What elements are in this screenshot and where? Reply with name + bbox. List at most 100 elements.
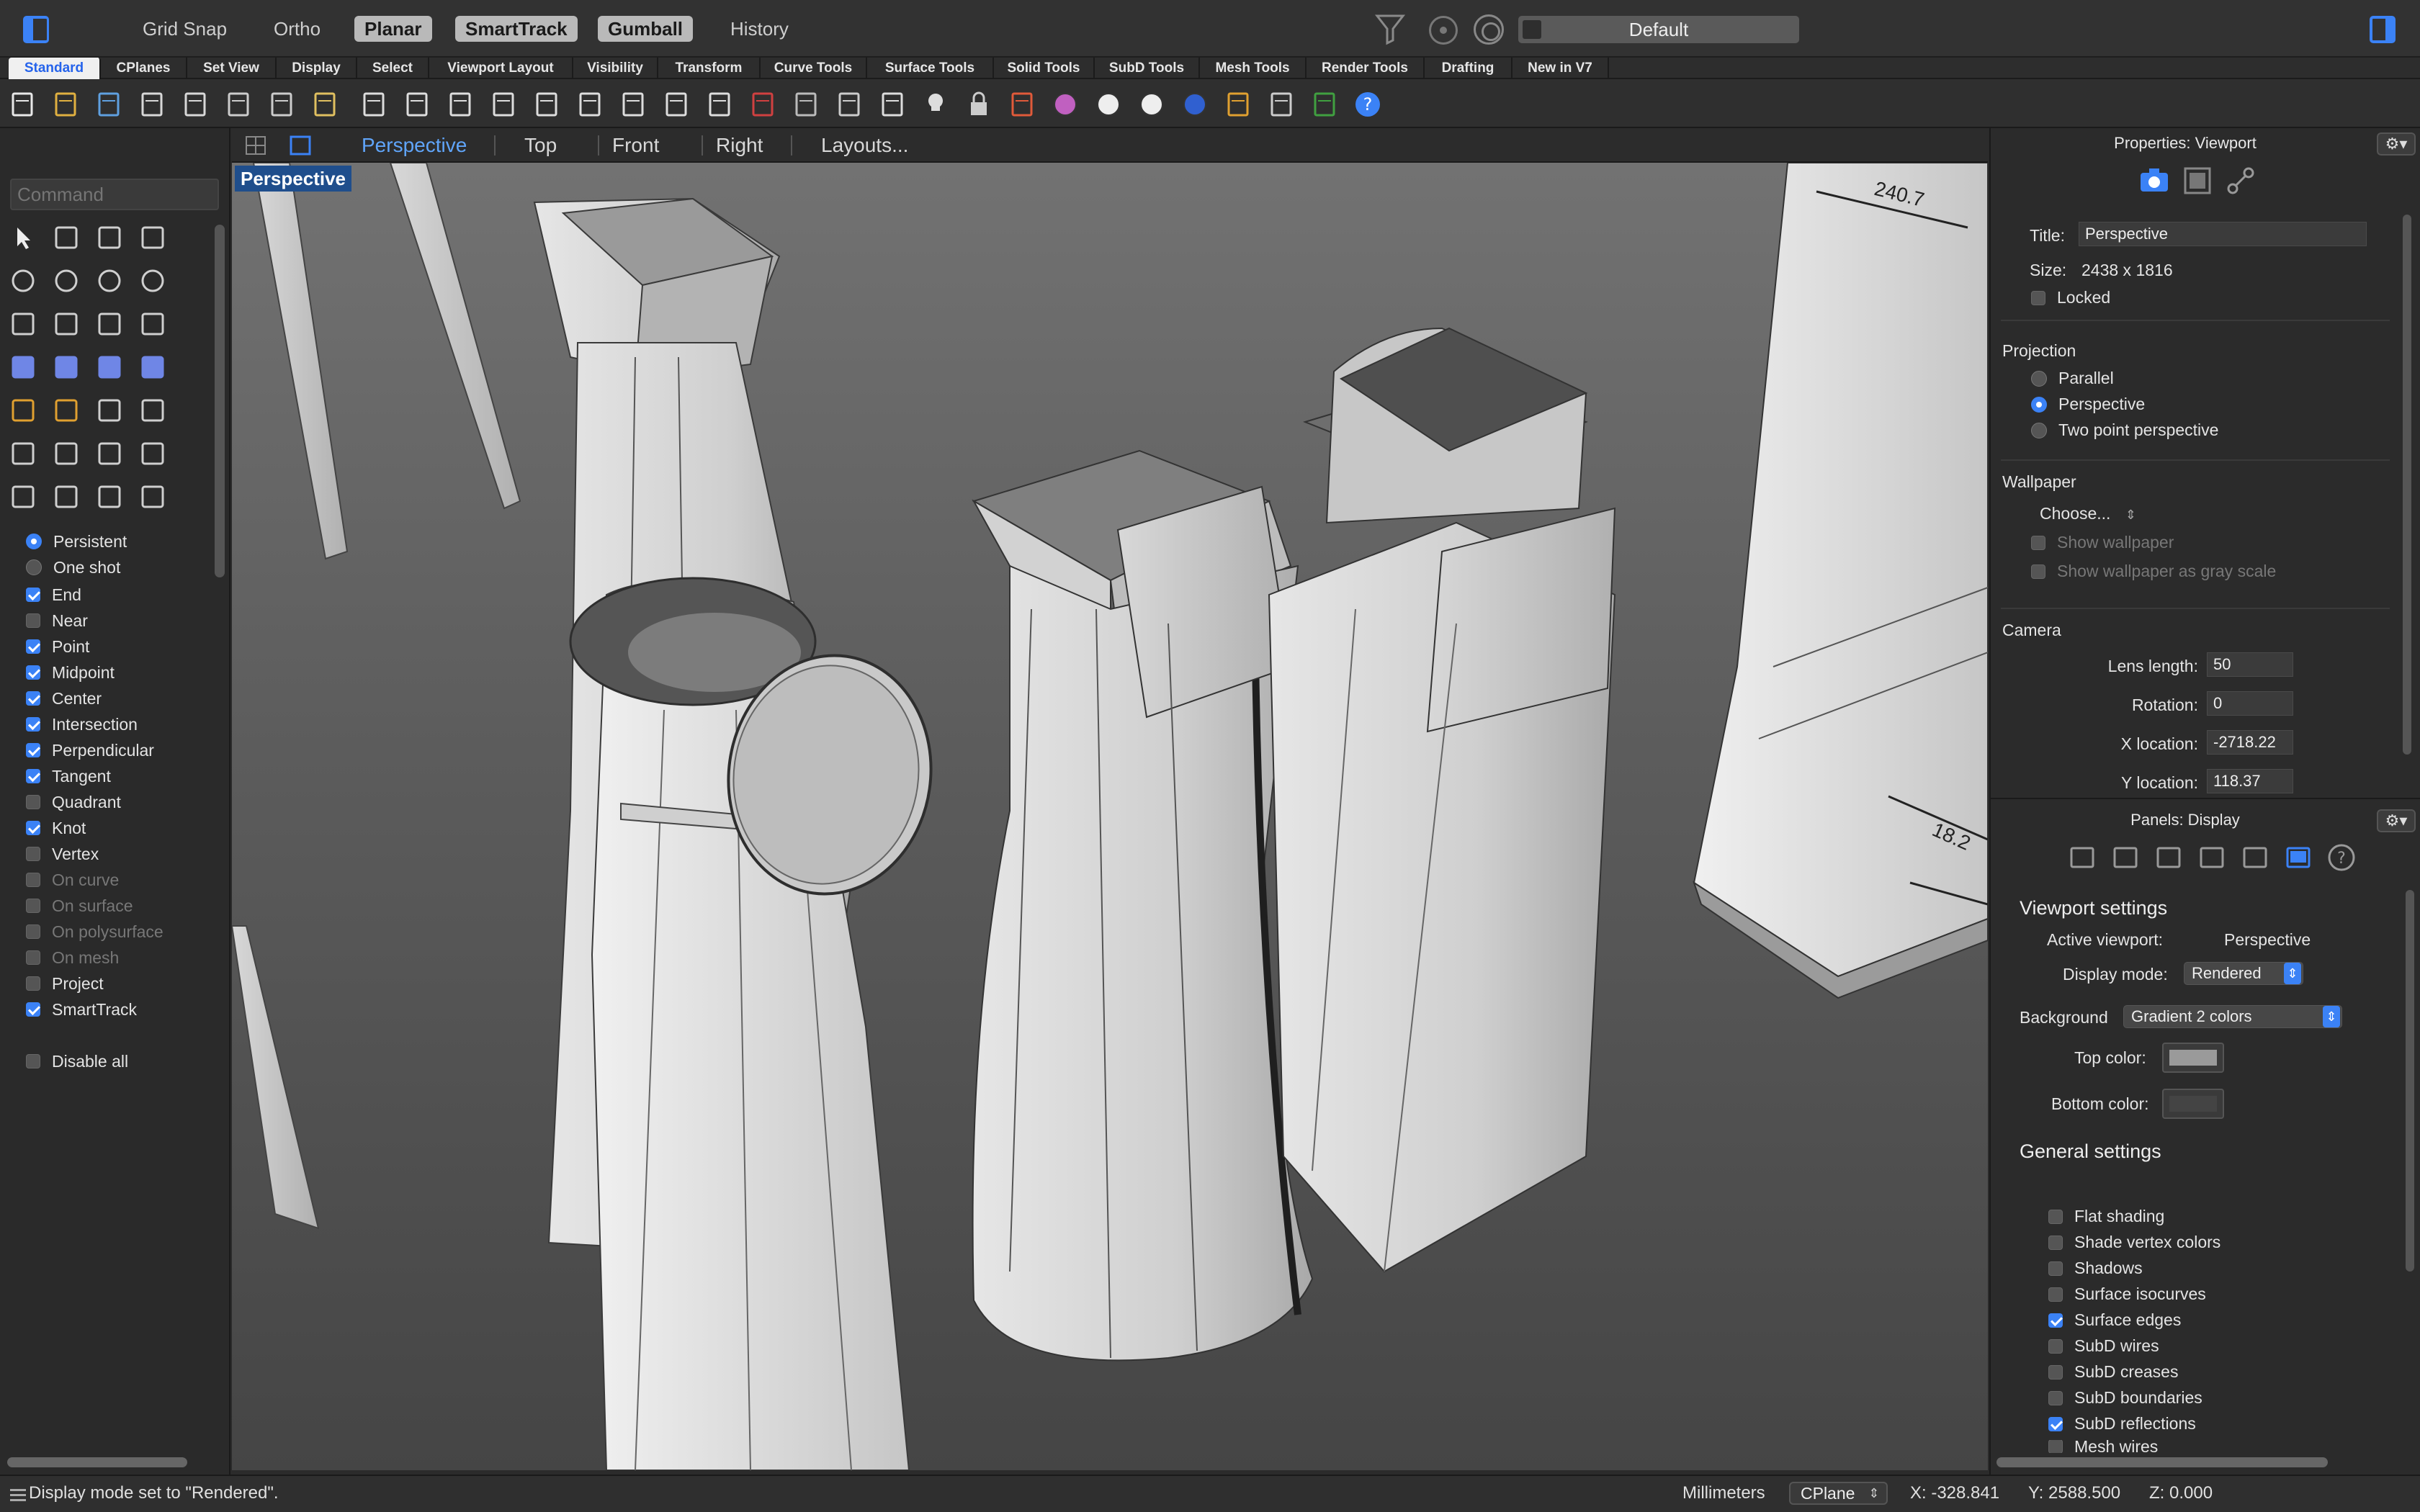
offset-icon[interactable] [137, 438, 169, 469]
rotate-view-icon[interactable] [445, 89, 475, 120]
projection-two-point-perspective[interactable]: Two point perspective [2031, 420, 2218, 440]
display-option-surface-isocurves[interactable]: Surface isocurves [2048, 1284, 2206, 1304]
camera-field-value[interactable]: 118.37 [2207, 769, 2293, 793]
disable-all-checkbox[interactable]: Disable all [26, 1048, 128, 1074]
checkbox[interactable] [26, 1002, 40, 1017]
rectangle-icon[interactable] [137, 265, 169, 297]
polyline-icon[interactable] [94, 222, 125, 253]
osnap-knot[interactable]: Knot [26, 815, 86, 841]
display-option-surface-edges[interactable]: Surface edges [2048, 1310, 2181, 1330]
properties-scrollbar[interactable] [2403, 215, 2411, 755]
four-view-layout-icon[interactable] [245, 135, 266, 156]
select-arrow-icon[interactable] [7, 222, 39, 253]
radio-button[interactable] [2031, 370, 2047, 387]
globe-icon[interactable] [1309, 89, 1340, 120]
help-panel-icon[interactable]: ? [2325, 841, 2358, 874]
osnap-end[interactable]: End [26, 582, 81, 608]
osnap-project[interactable]: Project [26, 971, 104, 996]
tab-new-in-v7[interactable]: New in V7 [1512, 58, 1609, 79]
osnap-icon[interactable] [1429, 16, 1458, 45]
group-icon[interactable] [50, 438, 82, 469]
radio-button[interactable] [26, 559, 42, 575]
tab-mesh-tools[interactable]: Mesh Tools [1200, 58, 1307, 79]
zoom-dynamic-icon[interactable] [488, 89, 519, 120]
radio-button[interactable] [2031, 396, 2047, 413]
top-color-well[interactable] [2162, 1043, 2224, 1073]
trim-icon[interactable] [50, 395, 82, 426]
gumball-toggle[interactable]: Gumball [598, 16, 694, 42]
osnap-smarttrack[interactable]: SmartTrack [26, 996, 137, 1022]
tab-solid-tools[interactable]: Solid Tools [994, 58, 1095, 79]
color-wheel-icon[interactable] [1050, 89, 1080, 120]
checkbox[interactable] [26, 795, 40, 809]
dimension-icon[interactable] [137, 481, 169, 513]
paste-icon[interactable] [310, 89, 340, 120]
checkbox[interactable] [26, 639, 40, 654]
tab-display[interactable]: Display [277, 58, 357, 79]
tab-select[interactable]: Select [357, 58, 429, 79]
explode-icon[interactable] [7, 395, 39, 426]
camera-field-value[interactable]: 0 [2207, 691, 2293, 716]
units-label[interactable]: Millimeters [1682, 1483, 1765, 1503]
render-icon[interactable] [1223, 89, 1253, 120]
checkbox[interactable] [26, 717, 40, 732]
display-horizontal-scrollbar[interactable] [1996, 1457, 2328, 1467]
checkbox[interactable] [2048, 1235, 2063, 1250]
plane-icon[interactable] [137, 351, 169, 383]
properties-options-gear-icon[interactable]: ⚙▾ [2377, 132, 2416, 156]
undo-view-icon[interactable] [661, 89, 691, 120]
viewport-tab-front[interactable]: Front [612, 132, 659, 158]
wallpaper-choose-dropdown[interactable]: Choose... ⇕ [2040, 504, 2136, 523]
cut-icon[interactable] [223, 89, 254, 120]
tab-viewport-layout[interactable]: Viewport Layout [429, 58, 573, 79]
checkbox[interactable] [26, 769, 40, 783]
cplane-grid-icon[interactable] [1266, 89, 1296, 120]
left-panel-scrollbar[interactable] [7, 1457, 187, 1467]
tab-drafting[interactable]: Drafting [1425, 58, 1512, 79]
copy-icon[interactable] [266, 89, 297, 120]
tab-set-view[interactable]: Set View [187, 58, 277, 79]
display-panel-icon[interactable] [2282, 841, 2315, 874]
display-option-subd-creases[interactable]: SubD creases [2048, 1362, 2178, 1382]
grid-snap-toggle[interactable]: Grid Snap [133, 16, 237, 42]
checkbox[interactable] [2048, 1416, 2063, 1431]
ortho-toggle[interactable]: Ortho [264, 16, 331, 42]
perspective-viewport[interactable]: Perspective 240.7 18.2 [232, 163, 1988, 1470]
display-mode-select[interactable]: Rendered [2184, 962, 2303, 985]
curve-icon[interactable] [137, 222, 169, 253]
display-options-gear-icon[interactable]: ⚙▾ [2377, 809, 2416, 832]
checkbox[interactable] [2048, 1287, 2063, 1302]
osnap-midpoint[interactable]: Midpoint [26, 660, 115, 685]
checkbox[interactable] [26, 821, 40, 835]
checkbox[interactable] [26, 691, 40, 706]
osnap-mode-one-shot[interactable]: One shot [26, 554, 120, 580]
display-scrollbar[interactable] [2406, 890, 2414, 1272]
smarttrack-toggle[interactable]: SmartTrack [455, 16, 578, 42]
radio-button[interactable] [26, 534, 42, 549]
split-icon[interactable] [94, 395, 125, 426]
new-file-icon[interactable] [7, 89, 37, 120]
display-option-subd-reflections[interactable]: SubD reflections [2048, 1414, 2196, 1434]
osnap-vertex[interactable]: Vertex [26, 841, 99, 867]
tab-cplanes[interactable]: CPlanes [101, 58, 187, 79]
camera-field-value[interactable]: -2718.22 [2207, 730, 2293, 755]
locked-checkbox[interactable]: Locked [2031, 288, 2110, 307]
viewport-tab-top[interactable]: Top [524, 132, 557, 158]
checkbox[interactable] [2031, 290, 2045, 305]
help-icon[interactable]: ? [1353, 89, 1383, 120]
circle-icon[interactable] [7, 265, 39, 297]
checkbox[interactable] [26, 847, 40, 861]
tab-transform[interactable]: Transform [658, 58, 761, 79]
car-icon[interactable] [748, 89, 778, 120]
background-select[interactable]: Gradient 2 colors [2123, 1005, 2342, 1028]
display-option-subd-boundaries[interactable]: SubD boundaries [2048, 1388, 2202, 1408]
object-panel-icon[interactable] [2195, 841, 2228, 874]
zoom-extents-icon[interactable] [575, 89, 605, 120]
display-option-flat-shading[interactable]: Flat shading [2048, 1207, 2164, 1226]
zoom-window-icon[interactable] [532, 89, 562, 120]
menu-icon[interactable] [9, 1488, 27, 1503]
zoom-selected-icon[interactable] [618, 89, 648, 120]
four-viewports-icon[interactable] [704, 89, 735, 120]
left-sidebar-toggle-icon[interactable] [23, 16, 49, 43]
checkbox[interactable] [26, 976, 40, 991]
